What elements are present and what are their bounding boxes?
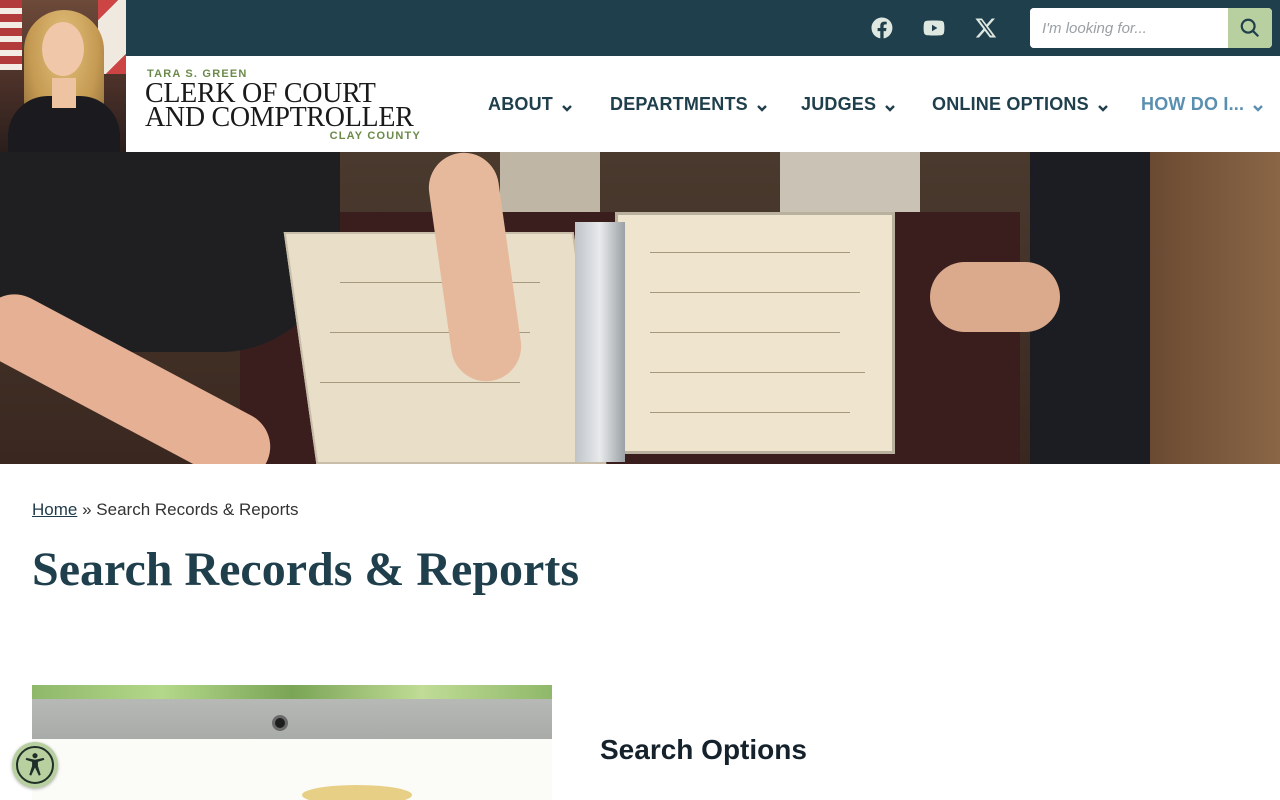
breadcrumb: Home » Search Records & Reports xyxy=(32,500,299,520)
breadcrumb-home-link[interactable]: Home xyxy=(32,500,77,519)
accessibility-button[interactable] xyxy=(12,742,58,788)
page-title: Search Records & Reports xyxy=(32,543,580,596)
hero-image xyxy=(0,152,1280,464)
accessibility-icon xyxy=(25,753,45,776)
nav-item-how-do-i[interactable]: HOW DO I... xyxy=(1141,90,1264,118)
site-search xyxy=(1030,8,1272,48)
clerk-portrait xyxy=(0,0,126,152)
search-options-heading: Search Options xyxy=(600,734,807,765)
nav-label: ONLINE OPTIONS xyxy=(932,93,1089,114)
breadcrumb-current: Search Records & Reports xyxy=(96,500,299,519)
site-logo[interactable]: TARA S. GREEN CLERK OF COURT AND COMPTRO… xyxy=(145,68,425,146)
top-utility-bar xyxy=(0,0,1280,56)
chevron-down-icon xyxy=(1097,98,1109,112)
search-button[interactable] xyxy=(1228,8,1272,48)
chevron-down-icon xyxy=(1252,98,1264,112)
nav-item-departments[interactable]: DEPARTMENTS xyxy=(610,90,768,118)
nav-label: HOW DO I... xyxy=(1141,93,1245,114)
facebook-icon[interactable] xyxy=(868,14,896,42)
chevron-down-icon xyxy=(756,98,768,112)
nav-item-about[interactable]: ABOUT xyxy=(488,90,573,118)
chevron-down-icon xyxy=(561,98,573,112)
laptop-image xyxy=(32,685,552,800)
logo-title-line-2: AND COMPTROLLER xyxy=(145,102,414,133)
search-icon xyxy=(1240,18,1260,38)
x-icon[interactable] xyxy=(972,14,1000,42)
nav-item-online-options[interactable]: ONLINE OPTIONS xyxy=(932,90,1109,118)
chevron-down-icon xyxy=(884,98,896,112)
nav-label: JUDGES xyxy=(801,93,877,114)
logo-county: CLAY COUNTY xyxy=(329,130,421,142)
breadcrumb-separator: » xyxy=(82,500,92,519)
nav-label: ABOUT xyxy=(488,93,553,114)
youtube-icon[interactable] xyxy=(920,14,948,42)
nav-item-judges[interactable]: JUDGES xyxy=(801,90,896,118)
search-input[interactable] xyxy=(1030,8,1228,48)
nav-label: DEPARTMENTS xyxy=(610,93,748,114)
